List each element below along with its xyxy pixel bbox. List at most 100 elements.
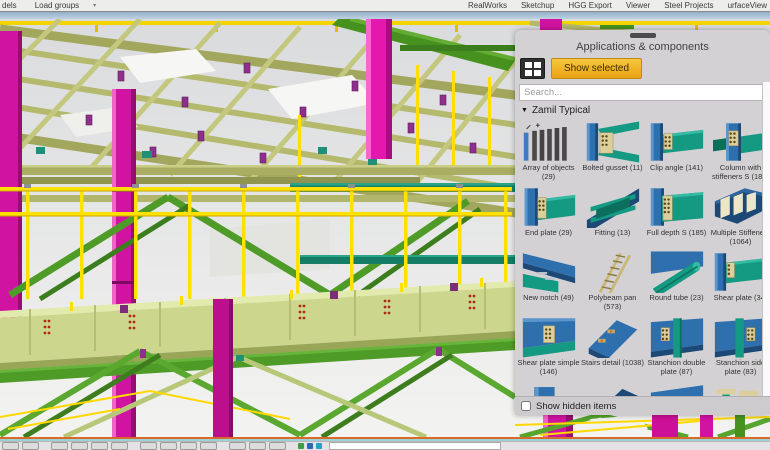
show-hidden-checkbox[interactable]	[521, 401, 531, 411]
catalog-grid-icon-button[interactable]	[520, 58, 545, 79]
menu-dropdown-caret-icon: ▾	[93, 2, 96, 9]
component-icon	[709, 315, 763, 359]
component-tile[interactable]	[581, 380, 644, 397]
applications-components-panel: Applications & components Show selected …	[515, 30, 770, 415]
component-icon	[517, 380, 580, 397]
component-icon	[645, 250, 708, 294]
menu-right-group: RealWorks Sketchup HGG Export Viewer Steel P…	[468, 1, 770, 10]
component-tile[interactable]: Array of objects (29)	[517, 120, 580, 182]
component-label: Multiple Stiffeners (1064)	[709, 229, 763, 247]
statusbar-button[interactable]	[249, 442, 266, 450]
component-tile[interactable]: End plate (29)	[517, 185, 580, 247]
category-zamil-typical[interactable]: ▼ Zamil Typical	[521, 105, 590, 116]
component-label: Round tube (23)	[645, 294, 708, 312]
menu-item[interactable]: HGG Export	[568, 1, 612, 10]
component-tile[interactable]: Fitting (13)	[581, 185, 644, 247]
component-tile[interactable]: Column with stiffeners S (187)	[709, 120, 763, 182]
component-icon	[581, 315, 644, 359]
component-tile[interactable]: Clip angle (141)	[645, 120, 708, 182]
component-icon	[517, 120, 580, 164]
component-tile[interactable]: Stanchion side plate (83)	[709, 315, 763, 377]
statusbar-icon[interactable]	[298, 443, 304, 449]
component-icon	[709, 185, 763, 229]
grid-icon	[525, 62, 532, 68]
show-hidden-label: Show hidden items	[536, 401, 616, 412]
component-tile[interactable]: Stanchion double plate (87)	[645, 315, 708, 377]
component-label: Clip angle (141)	[645, 164, 708, 182]
component-icon	[517, 250, 580, 294]
component-label: End plate (29)	[517, 229, 580, 247]
menu-left-group: dels Load groups	[0, 1, 79, 10]
menu-item[interactable]: Sketchup	[521, 1, 554, 10]
component-label: Bolted gusset (11)	[581, 164, 644, 182]
component-icon	[645, 185, 708, 229]
statusbar-field[interactable]	[329, 442, 501, 450]
statusbar-button[interactable]	[200, 442, 217, 450]
statusbar-button[interactable]	[111, 442, 128, 450]
component-icon	[709, 120, 763, 164]
component-label: Polybeam pan (573)	[581, 294, 644, 312]
component-icon	[709, 380, 763, 397]
component-label: Array of objects (29)	[517, 164, 580, 182]
component-grid: Array of objects (29) Bolted gusset (11)…	[517, 120, 763, 397]
component-tile[interactable]: Stairs detail (1038)	[581, 315, 644, 377]
component-tile[interactable]: Full depth S (185)	[645, 185, 708, 247]
collapse-caret-icon: ▼	[521, 107, 528, 114]
component-tile[interactable]: Shear plate simple (146)	[517, 315, 580, 377]
menu-item[interactable]: Steel Projects	[664, 1, 713, 10]
component-icon	[581, 185, 644, 229]
component-label: Column with stiffeners S (187)	[709, 164, 763, 182]
menu-bar: dels Load groups ▾ RealWorks Sketchup HGG E…	[0, 0, 770, 11]
component-tile[interactable]: Round tube (23)	[645, 250, 708, 312]
component-tile[interactable]	[517, 380, 580, 397]
component-icon	[709, 250, 763, 294]
statusbar-button[interactable]	[2, 442, 19, 450]
menu-item[interactable]: dels	[2, 1, 17, 10]
statusbar-button[interactable]	[22, 442, 39, 450]
panel-scrollbar[interactable]	[762, 82, 770, 397]
search-input[interactable]	[519, 84, 765, 101]
panel-drag-handle[interactable]	[630, 33, 656, 38]
statusbar-button[interactable]	[140, 442, 157, 450]
component-label: Shear plate simple (146)	[517, 359, 580, 377]
statusbar-button[interactable]	[160, 442, 177, 450]
component-tile[interactable]	[645, 380, 708, 397]
grid-icon	[534, 62, 541, 68]
menu-item[interactable]: urfaceView	[728, 1, 767, 10]
component-icon	[517, 315, 580, 359]
statusbar-button[interactable]	[71, 442, 88, 450]
component-tile[interactable]: Multiple Stiffeners (1064)	[709, 185, 763, 247]
status-toolbar	[0, 441, 770, 450]
component-tile[interactable]: New notch (49)	[517, 250, 580, 312]
component-tile[interactable]: Shear plate (34)	[709, 250, 763, 312]
panel-footer: Show hidden items	[515, 396, 770, 415]
component-tile[interactable]: Polybeam pan (573)	[581, 250, 644, 312]
show-selected-button[interactable]: Show selected	[551, 58, 642, 79]
statusbar-button[interactable]	[51, 442, 68, 450]
statusbar-button[interactable]	[269, 442, 286, 450]
component-icon	[645, 120, 708, 164]
grid-icon	[525, 70, 532, 76]
component-label: Fitting (13)	[581, 229, 644, 247]
grid-icon	[534, 70, 541, 76]
menu-item[interactable]: RealWorks	[468, 1, 507, 10]
component-label: Stanchion double plate (87)	[645, 359, 708, 377]
panel-toolbar: Show selected	[520, 58, 642, 79]
component-icon	[645, 315, 708, 359]
component-icon	[517, 185, 580, 229]
component-tile[interactable]	[709, 380, 763, 397]
component-icon	[581, 380, 644, 397]
menu-item[interactable]: Viewer	[626, 1, 650, 10]
panel-title: Applications & components	[515, 41, 770, 53]
statusbar-icon[interactable]	[316, 443, 322, 449]
component-tile[interactable]: Bolted gusset (11)	[581, 120, 644, 182]
statusbar-button[interactable]	[91, 442, 108, 450]
component-label: Shear plate (34)	[709, 294, 763, 312]
statusbar-icon[interactable]	[307, 443, 313, 449]
menu-item[interactable]: Load groups	[35, 1, 79, 10]
app-window: dels Load groups ▾ RealWorks Sketchup HGG E…	[0, 0, 770, 450]
component-label: Stanchion side plate (83)	[709, 359, 763, 377]
statusbar-button[interactable]	[229, 442, 246, 450]
component-label: New notch (49)	[517, 294, 580, 312]
statusbar-button[interactable]	[180, 442, 197, 450]
